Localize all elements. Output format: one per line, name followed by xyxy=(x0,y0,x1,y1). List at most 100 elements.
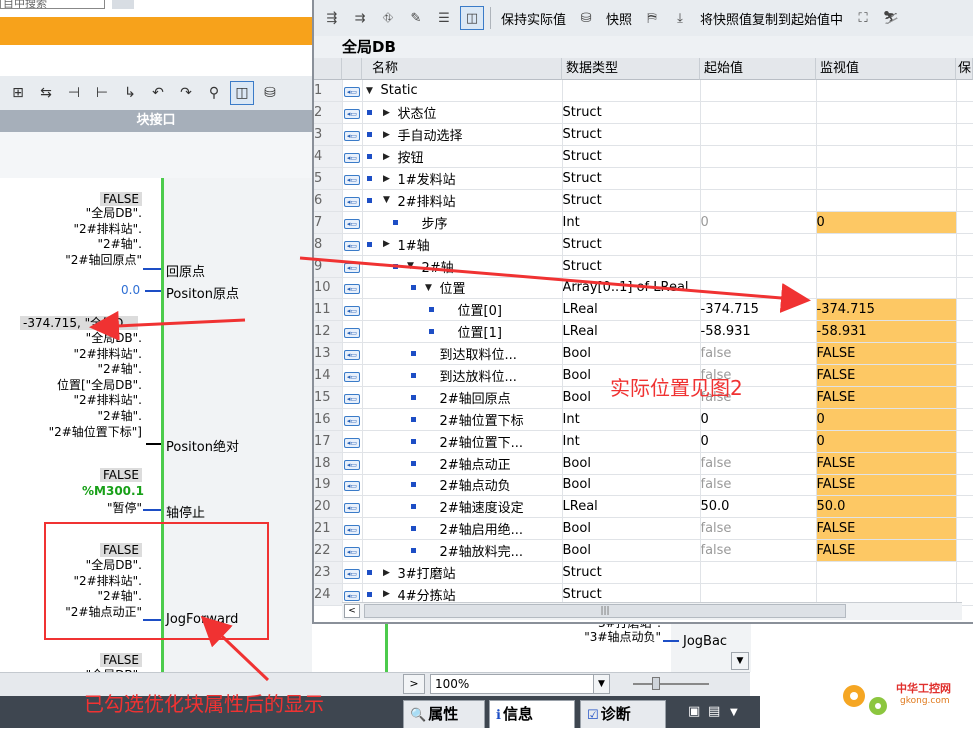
row-name[interactable]: 2#轴位置下... xyxy=(362,430,563,453)
expand-arrow-icon[interactable]: ▶ xyxy=(380,174,394,184)
block-interface-header[interactable]: 块接口 xyxy=(0,110,312,132)
db-row[interactable]: 12 ◂▭ 位置[1] LReal -58.931 -58.931 xyxy=(314,320,973,344)
load-start-icon[interactable]: ⛶ xyxy=(851,6,875,30)
row-start-value[interactable] xyxy=(700,167,817,190)
row-retain[interactable] xyxy=(956,320,973,344)
row-retain[interactable] xyxy=(956,364,973,387)
db-row[interactable]: 9 ◂▭ ▼ 2#轴 Struct xyxy=(314,255,973,278)
window-menu-icon[interactable]: ▤ xyxy=(708,704,720,719)
row-name[interactable]: 2#轴点动负 xyxy=(362,474,563,497)
row-start-value[interactable]: 0 xyxy=(700,408,817,431)
row-datatype[interactable]: Struct xyxy=(562,189,701,212)
row-retain[interactable] xyxy=(956,233,973,256)
insert-row-icon[interactable]: ⇶ xyxy=(320,6,344,30)
row-name[interactable]: ▶ 1#发料站 xyxy=(362,167,563,190)
row-name[interactable]: ▼ Static xyxy=(362,80,563,103)
row-datatype[interactable]: Int xyxy=(562,211,701,234)
row-retain[interactable] xyxy=(956,123,973,147)
row-retain[interactable] xyxy=(956,189,973,212)
row-name[interactable]: 2#轴回原点 xyxy=(362,386,563,409)
row-start-value[interactable]: -58.931 xyxy=(700,320,817,344)
row-datatype[interactable]: Bool xyxy=(562,452,701,475)
tab-info[interactable]: ℹ 信息 xyxy=(489,700,575,728)
scrollbar-thumb[interactable]: ||| xyxy=(364,604,846,618)
row-datatype[interactable]: Struct xyxy=(562,145,701,169)
scroll-left-button[interactable]: < xyxy=(344,604,360,618)
row-datatype[interactable]: LReal xyxy=(562,298,701,322)
db-row[interactable]: 6 ◂▭ ▼ 2#排料站 Struct xyxy=(314,189,973,212)
header-monitor-value[interactable]: 监视值 xyxy=(816,58,956,80)
db-row[interactable]: 13 ◂▭ 到达取料位... Bool false FALSE xyxy=(314,342,973,366)
insert-network-icon[interactable]: ⇆ xyxy=(34,81,58,105)
db-row[interactable]: 21 ◂▭ 2#轴启用绝... Bool false FALSE xyxy=(314,517,973,541)
zoom-select[interactable]: 100% ▼ xyxy=(430,674,610,694)
collapse-arrow-icon[interactable]: ▼ xyxy=(422,283,436,293)
expand-arrow-icon[interactable]: ▶ xyxy=(380,130,394,140)
search-button[interactable] xyxy=(112,0,134,9)
row-datatype[interactable]: Int xyxy=(562,430,701,453)
row-datatype[interactable]: Struct xyxy=(562,167,701,190)
db-row[interactable]: 2 ◂▭ ▶ 状态位 Struct xyxy=(314,101,973,125)
monitor-all-icon[interactable]: ◫ xyxy=(460,6,484,30)
row-retain[interactable] xyxy=(956,255,973,278)
row-name[interactable]: ▶ 3#打磨站 xyxy=(362,561,563,584)
row-start-value[interactable] xyxy=(700,255,817,278)
row-start-value[interactable]: 0 xyxy=(700,211,817,234)
chevron-down-icon[interactable]: ▼ xyxy=(593,675,609,693)
row-retain[interactable] xyxy=(956,167,973,190)
row-start-value[interactable]: false xyxy=(700,342,817,366)
row-retain[interactable] xyxy=(956,211,973,234)
scroll-down-button[interactable]: ▼ xyxy=(731,652,749,670)
db-row[interactable]: 18 ◂▭ 2#轴点动正 Bool false FALSE xyxy=(314,452,973,475)
row-retain[interactable] xyxy=(956,80,973,103)
row-name[interactable]: ▶ 手自动选择 xyxy=(362,123,563,147)
row-start-value[interactable]: -374.715 xyxy=(700,298,817,322)
row-datatype[interactable]: LReal xyxy=(562,495,701,519)
row-datatype[interactable]: LReal xyxy=(562,320,701,344)
row-name[interactable]: ▶ 1#轴 xyxy=(362,233,563,256)
row-datatype[interactable]: Bool xyxy=(562,517,701,541)
row-datatype[interactable]: Array[0..1] of LReal xyxy=(562,277,701,300)
db-row[interactable]: 16 ◂▭ 2#轴位置下标 Int 0 0 xyxy=(314,408,973,431)
param-operand[interactable]: "全局DB". "2#排料站". "2#轴". 位置["全局DB". "2#排料… xyxy=(10,331,142,440)
row-datatype[interactable] xyxy=(562,80,701,103)
open-branch-icon[interactable]: ⊣ xyxy=(62,81,86,105)
row-name[interactable]: 2#轴启用绝... xyxy=(362,517,563,541)
row-name[interactable]: ▶ 按钮 xyxy=(362,145,563,169)
db-row[interactable]: 1 ◂▭ ▼ Static xyxy=(314,80,973,103)
row-datatype[interactable]: Struct xyxy=(562,255,701,278)
row-start-value[interactable] xyxy=(700,123,817,147)
collapse-arrow-icon[interactable]: ▼ xyxy=(363,86,377,96)
row-name[interactable]: 2#轴点动正 xyxy=(362,452,563,475)
header-name[interactable]: 名称 xyxy=(362,58,562,80)
db-row[interactable]: 19 ◂▭ 2#轴点动负 Bool false FALSE xyxy=(314,474,973,497)
chevron-down-icon[interactable]: ▼ xyxy=(730,707,738,718)
db-row[interactable]: 7 ◂▭ 步序 Int 0 0 xyxy=(314,211,973,234)
expand-arrow-button[interactable]: > xyxy=(403,674,425,694)
download-icon[interactable]: ⤓ xyxy=(668,6,692,30)
call-hierarchy-icon[interactable]: ⚲ xyxy=(202,81,226,105)
database-icon[interactable]: ⛁ xyxy=(574,6,598,30)
row-retain[interactable] xyxy=(956,495,973,519)
expand-all-icon[interactable]: ⛗ xyxy=(376,6,400,30)
row-datatype[interactable]: Bool xyxy=(562,474,701,497)
keep-actual-values-button[interactable]: 保持实际值 xyxy=(501,9,566,28)
go-to-next-icon[interactable]: ↷ xyxy=(174,81,198,105)
row-start-value[interactable]: false xyxy=(700,474,817,497)
row-name[interactable]: ▶ 状态位 xyxy=(362,101,563,125)
row-retain[interactable] xyxy=(956,430,973,453)
go-to-previous-icon[interactable]: ↶ xyxy=(146,81,170,105)
param-operand[interactable]: "3#轴点动负" xyxy=(553,630,661,646)
row-name[interactable]: 2#轴位置下标 xyxy=(362,408,563,431)
header-retain[interactable]: 保 xyxy=(956,58,973,80)
connection-icon[interactable]: ↳ xyxy=(118,81,142,105)
row-start-value[interactable]: false xyxy=(700,452,817,475)
zoom-slider-handle[interactable] xyxy=(652,677,660,690)
expand-arrow-icon[interactable]: ▶ xyxy=(380,108,394,118)
db-row[interactable]: 11 ◂▭ 位置[0] LReal -374.715 -374.715 xyxy=(314,298,973,322)
zoom-slider-track[interactable] xyxy=(633,683,709,685)
row-datatype[interactable]: Bool xyxy=(562,539,701,563)
row-start-value[interactable] xyxy=(700,277,817,300)
expand-arrow-icon[interactable]: ▶ xyxy=(380,589,394,599)
collapse-arrow-icon[interactable]: ▼ xyxy=(404,261,418,271)
